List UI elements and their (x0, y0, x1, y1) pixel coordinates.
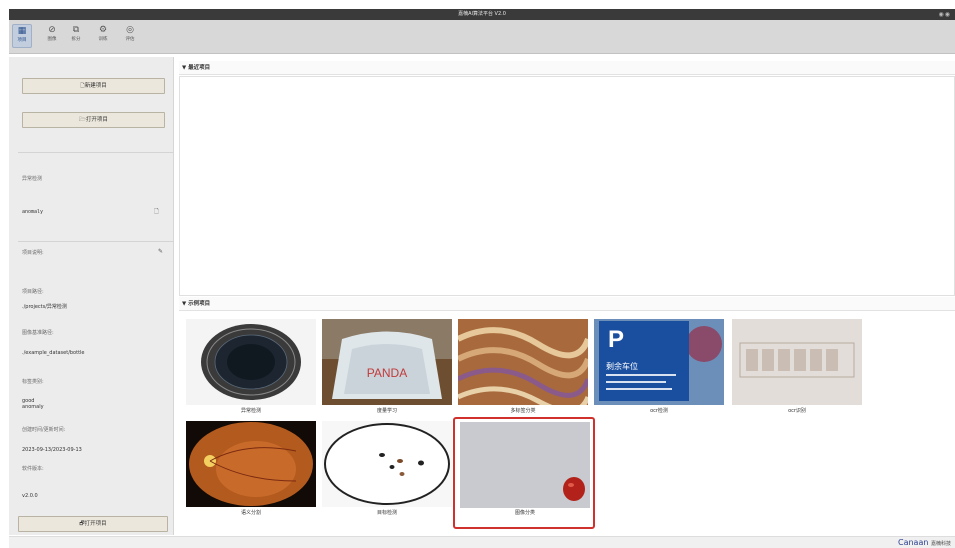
tool-evaluate[interactable]: ◎ 评估 (120, 24, 140, 48)
date-label: 创建时间/更新时间: (22, 427, 66, 433)
tool-label: 图像 (47, 37, 57, 42)
thumbnail-object-detection (322, 421, 452, 507)
project-desc-label: 项目说明: (22, 250, 44, 256)
version-label: 软件版本: (22, 466, 44, 472)
thumb-parking-sign: 剩余车位 (606, 361, 638, 371)
evaluate-icon: ◎ (126, 25, 134, 35)
dataset-path-label: 图像基准路径: (22, 330, 54, 336)
tool-label: 训练 (98, 37, 108, 42)
left-panel: 🗋新建项目 🗁打开项目 异常检测 anomaly 🗋 项目说明: ✎ 项目路径:… (9, 57, 174, 535)
thumb-panda-text: PANDA (367, 366, 407, 380)
project-path-label: 项目路径: (22, 289, 44, 295)
thumbnail-segmentation (186, 421, 316, 507)
recent-projects-title: 最近项目 (188, 65, 211, 71)
example-label: 多标签分类 (510, 408, 536, 414)
project-path-value: ./projects/异常检测 (22, 304, 67, 310)
title-bar: 嘉楠AI算法平台 V2.0 ◉◉ (9, 9, 955, 20)
example-label: ocr识别 (788, 408, 806, 414)
brand-name: Canaan (898, 538, 929, 547)
thumbnail-ocr-recognition (732, 319, 862, 405)
collapse-triangle-icon: ▼ (182, 65, 187, 71)
example-label: 图像分类 (514, 510, 535, 516)
canaan-logo: Canaan 嘉楠科技 (898, 538, 951, 547)
labels-label: 标签类别: (22, 379, 44, 385)
tool-train[interactable]: ⚙ 训练 (93, 24, 113, 48)
tool-label: 评估 (125, 37, 135, 42)
brand-subname: 嘉楠科技 (930, 541, 951, 547)
version-value: v2.0.0 (22, 493, 38, 499)
tool-project[interactable]: ▦ 项目 (12, 24, 32, 48)
project-icon: ▦ (17, 26, 27, 36)
example-card-object-detection[interactable]: 目标检测 (322, 421, 452, 521)
window-controls-icon[interactable]: ◉◉ (939, 9, 951, 20)
label-anomaly: anomaly (22, 404, 44, 410)
tool-split[interactable]: ⧉ 拆分 (66, 24, 86, 48)
thumbnail-ocr-detection: P 剩余车位 (594, 319, 724, 405)
example-label: 语义分割 (240, 510, 261, 516)
copy-icon[interactable]: 🗋 (154, 207, 159, 217)
recent-projects-header[interactable]: ▼ 最近项目 (179, 61, 955, 75)
example-projects-title: 示例项目 (188, 301, 211, 307)
split-icon: ⧉ (72, 25, 80, 35)
example-card-ocr-detection[interactable]: P 剩余车位 ocr检测 (594, 319, 724, 419)
example-card-multilabel[interactable]: 多标签分类 (458, 319, 588, 419)
example-card-segmentation[interactable]: 语义分割 (186, 421, 316, 521)
new-project-button[interactable]: 🗋新建项目 (22, 78, 165, 94)
window-title: 嘉楠AI算法平台 V2.0 (458, 11, 506, 17)
example-card-image-classification[interactable]: 图像分类 (453, 417, 595, 529)
example-label: 异常检测 (240, 408, 261, 414)
divider (18, 152, 174, 153)
example-projects-area: 异常检测 PANDA 度量学习 多标签分类 P 剩余车位 ocr检测 ocr识别… (179, 312, 955, 535)
example-card-ocr-recognition[interactable]: ocr识别 (732, 319, 862, 419)
collapse-triangle-icon: ▼ (182, 301, 187, 307)
tool-label: 项目 (17, 38, 27, 43)
thumb-parking-p: P (608, 326, 624, 353)
example-label: ocr检测 (650, 408, 668, 414)
dataset-path-value: ./example_dataset/bottle (22, 350, 85, 356)
thumbnail-anomaly (186, 319, 316, 405)
open-selected-project-button[interactable]: 🗗打开项目 (18, 516, 168, 532)
image-icon: ⊘ (48, 25, 56, 35)
edit-pencil-icon[interactable]: ✎ (158, 248, 163, 255)
example-projects-header[interactable]: ▼ 示例项目 (179, 297, 955, 311)
thumbnail-metric-learning: PANDA (322, 319, 452, 405)
example-card-metric-learning[interactable]: PANDA 度量学习 (322, 319, 452, 419)
thumbnail-image-classification (460, 422, 590, 508)
project-name: anomaly (22, 209, 44, 215)
tool-image[interactable]: ⊘ 图像 (42, 24, 62, 48)
open-project-button[interactable]: 🗁打开项目 (22, 112, 165, 128)
example-label: 目标检测 (376, 510, 397, 516)
status-footer: Canaan 嘉楠科技 (9, 536, 955, 548)
example-label: 度量学习 (376, 408, 397, 414)
thumbnail-multilabel (458, 319, 588, 405)
toolbar: ▦ 项目 ⊘ 图像 ⧉ 拆分 ⚙ 训练 ◎ 评估 (9, 20, 955, 54)
task-type-label: 异常检测 (22, 176, 43, 182)
tool-label: 拆分 (71, 37, 81, 42)
recent-projects-area[interactable] (179, 76, 955, 296)
example-card-anomaly[interactable]: 异常检测 (186, 319, 316, 419)
date-value: 2023-09-13/2023-09-13 (22, 447, 82, 453)
train-icon: ⚙ (98, 25, 108, 35)
divider (18, 241, 174, 242)
